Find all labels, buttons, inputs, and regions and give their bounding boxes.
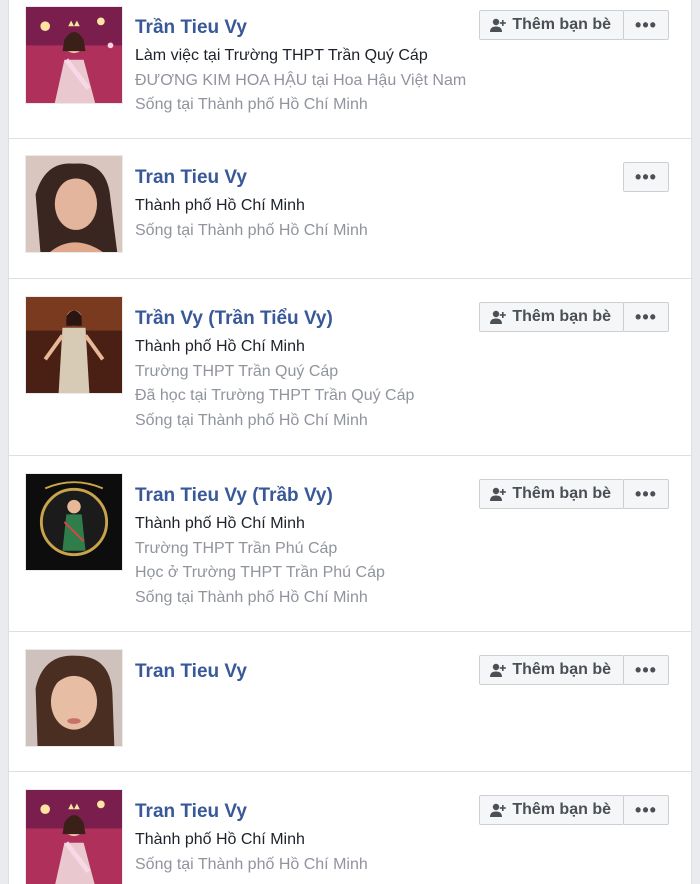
- add-friend-button[interactable]: Thêm bạn bè: [479, 795, 624, 825]
- more-icon: •••: [635, 166, 657, 187]
- result-card: Tran Tieu Vy Thêm bạn bè •••: [9, 632, 691, 772]
- add-friend-label: Thêm bạn bè: [512, 16, 611, 33]
- profile-detail: Sống tại Thành phố Hồ Chí Minh: [135, 221, 368, 239]
- profile-photo[interactable]: [25, 789, 123, 884]
- profile-detail: Sống tại Thành phố Hồ Chí Minh: [135, 411, 368, 429]
- result-card: Tran Tieu Vy Thành phố Hồ Chí Minh Sống …: [9, 772, 691, 884]
- result-card: Trần Tieu Vy Làm việc tại Trường THPT Tr…: [9, 0, 691, 139]
- more-options-button[interactable]: •••: [623, 795, 669, 825]
- profile-name-link[interactable]: Trần Tieu Vy: [135, 16, 491, 40]
- add-friend-button[interactable]: Thêm bạn bè: [479, 10, 624, 40]
- more-icon: •••: [635, 306, 657, 327]
- profile-name-link[interactable]: Tran Tieu Vy: [135, 800, 491, 824]
- profile-detail: Thành phố Hồ Chí Minh: [135, 831, 305, 848]
- add-friend-icon: [490, 803, 507, 817]
- more-icon: •••: [635, 14, 657, 35]
- more-icon: •••: [635, 483, 657, 504]
- add-friend-button[interactable]: Thêm bạn bè: [479, 302, 624, 332]
- more-icon: •••: [635, 799, 657, 820]
- result-card: Trần Vy (Trần Tiểu Vy) Thành phố Hồ Chí …: [9, 279, 691, 456]
- profile-detail: Thành phố Hồ Chí Minh: [135, 197, 305, 214]
- profile-name-link[interactable]: Tran Tieu Vy (Trầb Vy): [135, 484, 491, 508]
- more-icon: •••: [635, 659, 657, 680]
- profile-name-link[interactable]: Tran Tieu Vy: [135, 166, 491, 190]
- add-friend-icon: [490, 18, 507, 32]
- add-friend-icon: [490, 487, 507, 501]
- more-options-button[interactable]: •••: [623, 162, 669, 192]
- result-card: Tran Tieu Vy (Trầb Vy) Thành phố Hồ Chí …: [9, 456, 691, 632]
- more-options-button[interactable]: •••: [623, 302, 669, 332]
- profile-detail: Trường THPT Trần Quý Cáp: [135, 362, 339, 380]
- profile-photo[interactable]: [25, 155, 123, 253]
- profile-detail: Làm việc tại Trường THPT Trần Quý Cáp: [135, 47, 428, 64]
- add-friend-label: Thêm bạn bè: [512, 308, 611, 325]
- more-options-button[interactable]: •••: [623, 479, 669, 509]
- profile-detail: Thành phố Hồ Chí Minh: [135, 515, 305, 532]
- add-friend-label: Thêm bạn bè: [512, 485, 611, 502]
- add-friend-label: Thêm bạn bè: [512, 801, 611, 818]
- more-options-button[interactable]: •••: [623, 655, 669, 685]
- profile-photo[interactable]: [25, 6, 123, 104]
- result-card: Tran Tieu Vy Thành phố Hồ Chí Minh Sống …: [9, 139, 691, 279]
- profile-name-link[interactable]: Trần Vy (Trần Tiểu Vy): [135, 307, 491, 331]
- profile-name-link[interactable]: Tran Tieu Vy: [135, 660, 491, 684]
- profile-detail: Sống tại Thành phố Hồ Chí Minh: [135, 588, 368, 606]
- add-friend-button[interactable]: Thêm bạn bè: [479, 655, 624, 685]
- add-friend-icon: [490, 310, 507, 324]
- more-options-button[interactable]: •••: [623, 10, 669, 40]
- profile-photo[interactable]: [25, 473, 123, 571]
- profile-detail: Sống tại Thành phố Hồ Chí Minh: [135, 96, 368, 114]
- profile-detail: Thành phố Hồ Chí Minh: [135, 338, 305, 355]
- add-friend-button[interactable]: Thêm bạn bè: [479, 479, 624, 509]
- profile-detail: Đã học tại Trường THPT Trần Quý Cáp: [135, 387, 415, 405]
- profile-photo[interactable]: [25, 649, 123, 747]
- profile-photo[interactable]: [25, 296, 123, 394]
- profile-detail: Sống tại Thành phố Hồ Chí Minh: [135, 855, 368, 873]
- profile-detail: ĐƯƠNG KIM HOA HẬU tại Hoa Hậu Việt Nam: [135, 71, 467, 89]
- add-friend-icon: [490, 663, 507, 677]
- profile-detail: Trường THPT Trần Phú Cáp: [135, 539, 338, 557]
- profile-detail: Học ở Trường THPT Trần Phú Cáp: [135, 564, 385, 582]
- add-friend-label: Thêm bạn bè: [512, 661, 611, 678]
- search-results-list: Trần Tieu Vy Làm việc tại Trường THPT Tr…: [8, 0, 692, 884]
